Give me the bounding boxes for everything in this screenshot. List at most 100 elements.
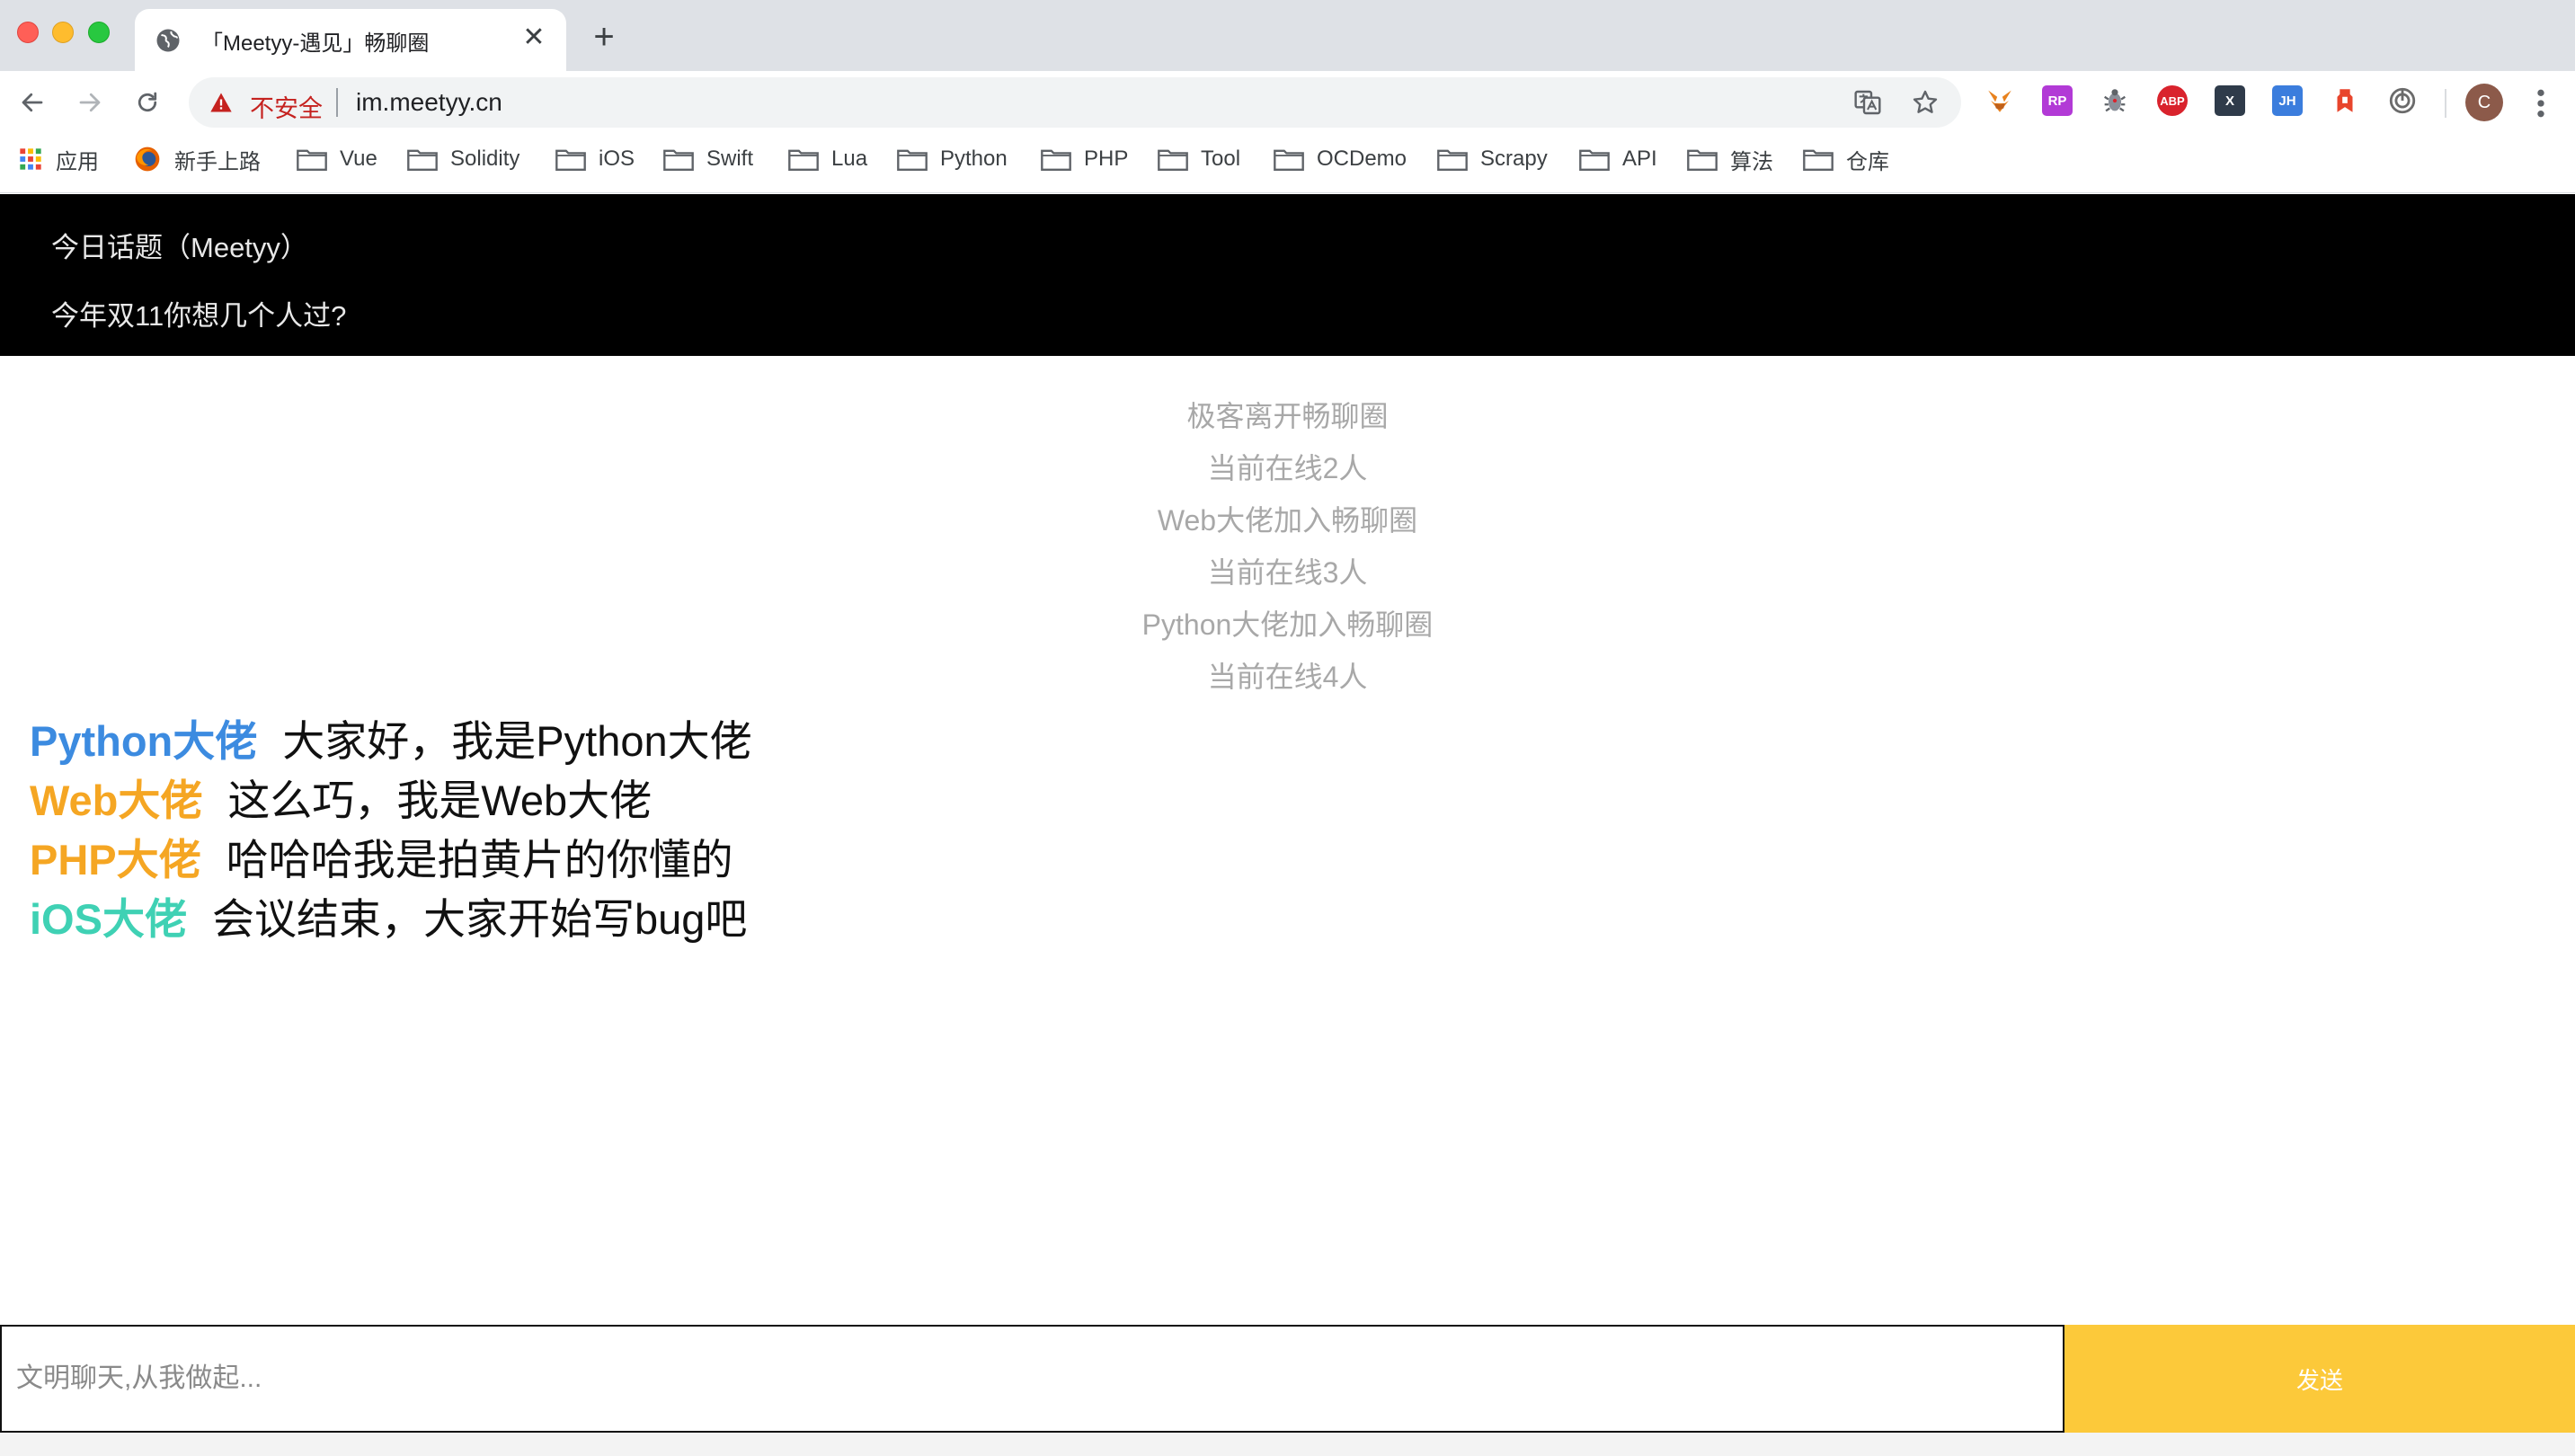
message-username: Web大佬: [30, 777, 203, 824]
bookmark-folder[interactable]: 仓库: [1803, 145, 1889, 174]
chat-message: Web大佬 这么巧，我是Web大佬: [30, 766, 652, 828]
message-username: iOS大佬: [30, 895, 187, 943]
send-button[interactable]: 发送: [2064, 1325, 2575, 1433]
circle-extension-icon[interactable]: [2387, 85, 2418, 116]
tab-strip: 「Meetyy-遇见」畅聊圈 ✕ +: [0, 0, 2575, 71]
bookmark-folder[interactable]: Swift: [663, 145, 753, 173]
folder-icon: [297, 149, 327, 171]
bug-extension-icon[interactable]: [2100, 85, 2130, 116]
browser-toolbar: 不安全 im.meetyy.cn RP ABP X JH C: [0, 71, 2575, 134]
bookmark-label: Tool: [1201, 146, 1241, 171]
system-message: 当前在线3人: [1207, 556, 1368, 589]
bookmark-label: iOS: [599, 146, 635, 171]
bookmark-folder[interactable]: Tool: [1158, 145, 1240, 173]
bookmark-folder[interactable]: Lua: [788, 145, 867, 173]
bookmark-folder[interactable]: Solidity: [407, 145, 519, 173]
arrow-left-icon: [22, 93, 43, 112]
message-text: 这么巧，我是Web大佬: [227, 777, 653, 824]
message-username: Python大佬: [30, 717, 258, 765]
folder-icon: [555, 149, 586, 171]
apps-grid-icon: [20, 148, 41, 170]
folder-icon: [897, 149, 928, 171]
jh-extension-icon[interactable]: JH: [2272, 85, 2303, 116]
bookmarks-bar: 应用 新手上路 Vue Solidity iOS Swift Lua Pytho…: [0, 134, 2575, 193]
system-message: Web大佬加入畅聊圈: [1157, 504, 1418, 537]
chat-message: Python大佬 大家好，我是Python大佬: [30, 706, 752, 768]
address-separator: [336, 88, 338, 117]
more-menu-icon[interactable]: [2527, 85, 2554, 121]
chat-page: 今日话题（Meetyy） 今年双11你想几个人过? 极客离开畅聊圈 当前在线2人…: [0, 194, 2575, 1456]
folder-icon: [1274, 149, 1304, 171]
metamask-fox-icon[interactable]: [1985, 85, 2015, 116]
chat-message: iOS大佬 会议结束，大家开始写bug吧: [30, 884, 747, 946]
bookmark-folder[interactable]: OCDemo: [1274, 145, 1407, 173]
bookmark-folder[interactable]: Python: [897, 145, 1008, 173]
bookmark-label: API: [1622, 146, 1657, 171]
message-username: PHP大佬: [30, 836, 201, 883]
system-message: 极客离开畅聊圈: [1186, 400, 1389, 432]
security-label[interactable]: 不安全: [250, 89, 323, 124]
folder-icon: [788, 149, 819, 171]
bookmark-label: OCDemo: [1317, 146, 1407, 171]
tab-title: 「Meetyy-遇见」畅聊圈: [201, 31, 430, 56]
x-extension-icon[interactable]: X: [2215, 85, 2245, 116]
firefox-icon: [135, 146, 160, 172]
bookmark-item[interactable]: 新手上路: [133, 145, 261, 174]
address-bar[interactable]: 不安全 im.meetyy.cn: [189, 77, 1961, 128]
bookmark-label: PHP: [1084, 146, 1129, 171]
bookmark-red-extension-icon[interactable]: [2330, 85, 2360, 116]
folder-icon: [1158, 149, 1188, 171]
active-tab[interactable]: 「Meetyy-遇见」畅聊圈 ✕: [135, 9, 566, 71]
bookmark-label: Solidity: [450, 146, 520, 171]
toolbar-separator: [2445, 89, 2446, 118]
reload-button[interactable]: [128, 83, 167, 122]
chat-message: PHP大佬 哈哈哈我是拍黄片的你懂的: [30, 825, 733, 887]
bookmark-label: Swift: [706, 146, 754, 171]
new-tab-button[interactable]: +: [586, 19, 622, 56]
bookmark-apps[interactable]: 应用: [18, 145, 99, 174]
back-button[interactable]: [13, 83, 52, 122]
message-text: 会议结束，大家开始写bug吧: [211, 895, 748, 943]
bookmark-folder[interactable]: 算法: [1687, 145, 1773, 174]
topic-question: 今年双11你想几个人过?: [51, 300, 347, 332]
warning-icon: [210, 93, 232, 112]
message-text: 大家好，我是Python大佬: [282, 717, 752, 765]
translate-icon[interactable]: [1853, 88, 1882, 117]
maximize-window-button[interactable]: [88, 22, 110, 43]
bookmark-folder[interactable]: Vue: [297, 145, 377, 173]
folder-icon: [663, 149, 694, 171]
message-text: 哈哈哈我是拍黄片的你懂的: [226, 836, 733, 883]
chat-message-input[interactable]: [0, 1325, 2064, 1433]
system-message: 当前在线2人: [1207, 452, 1368, 484]
bookmark-label: 仓库: [1846, 149, 1889, 174]
globe-icon: [156, 29, 180, 52]
forward-button[interactable]: [70, 83, 110, 122]
close-tab-icon[interactable]: ✕: [519, 23, 548, 52]
bookmark-folder[interactable]: iOS: [555, 145, 635, 173]
page-bottom-strip: [0, 1433, 2575, 1456]
profile-avatar[interactable]: C: [2465, 84, 2503, 121]
star-icon[interactable]: [1911, 88, 1940, 117]
url-text[interactable]: im.meetyy.cn: [356, 88, 502, 117]
minimize-window-button[interactable]: [52, 22, 74, 43]
bookmark-label: Python: [940, 146, 1008, 171]
bookmark-label: 应用: [56, 149, 99, 174]
folder-icon: [1041, 149, 1071, 171]
system-message: Python大佬加入畅聊圈: [1141, 608, 1434, 641]
folder-icon: [1803, 149, 1834, 171]
rp-extension-icon[interactable]: RP: [2042, 85, 2073, 116]
adblock-plus-icon[interactable]: ABP: [2157, 85, 2188, 116]
bookmark-label: Lua: [831, 146, 868, 171]
bookmark-folder[interactable]: API: [1579, 145, 1657, 173]
reload-icon: [138, 92, 157, 112]
bookmark-label: 新手上路: [174, 149, 261, 174]
bookmark-label: Scrapy: [1480, 146, 1548, 171]
topic-banner: 今日话题（Meetyy） 今年双11你想几个人过?: [0, 194, 2575, 356]
system-message: 当前在线4人: [1207, 661, 1368, 693]
folder-icon: [407, 149, 438, 171]
topic-title: 今日话题（Meetyy）: [51, 232, 308, 263]
bookmark-folder[interactable]: Scrapy: [1437, 145, 1548, 173]
bookmark-folder[interactable]: PHP: [1041, 145, 1128, 173]
folder-icon: [1579, 149, 1610, 171]
close-window-button[interactable]: [17, 22, 39, 43]
